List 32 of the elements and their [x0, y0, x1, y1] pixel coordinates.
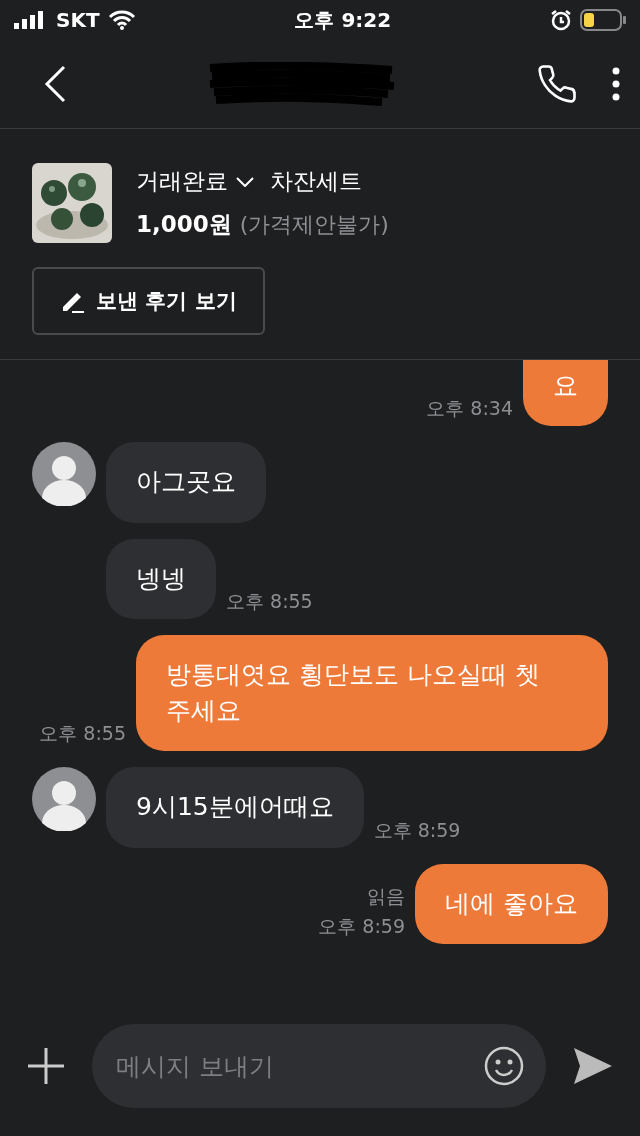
- sent-message: 네에 좋아요: [415, 863, 608, 944]
- smiley-icon[interactable]: [484, 1046, 524, 1086]
- send-icon[interactable]: [572, 1046, 614, 1086]
- message-field[interactable]: 메시지 보내기: [92, 1024, 546, 1108]
- read-receipt: 읽음: [367, 883, 406, 909]
- avatar-icon: [32, 442, 96, 507]
- product-name: 차잔세트: [270, 167, 362, 196]
- message-time: 오후 8:55: [226, 588, 313, 614]
- battery-icon: [580, 9, 626, 31]
- sent-message: 요: [523, 360, 608, 427]
- back-icon[interactable]: [44, 65, 66, 103]
- carrier-name: SKT: [56, 8, 100, 32]
- message-time: 오후 8:34: [426, 396, 513, 422]
- chevron-down-icon[interactable]: [236, 176, 254, 187]
- trade-status[interactable]: 거래완료: [136, 166, 228, 197]
- message-time: 오후 8:59: [373, 817, 461, 843]
- review-button[interactable]: 보낸 후기 보기: [32, 267, 265, 335]
- phone-icon[interactable]: [536, 63, 578, 105]
- plus-icon[interactable]: [26, 1046, 66, 1086]
- price-note: (가격제안불가): [239, 210, 389, 239]
- product-price: 1,000원: [136, 210, 232, 239]
- alarm-icon: [550, 9, 572, 31]
- message-time: 오후 8:55: [39, 721, 126, 747]
- message-time: 오후 8:59: [318, 913, 406, 939]
- received-message: 아그곳요: [106, 442, 266, 523]
- received-message: 9시15분에어때요: [106, 767, 364, 848]
- more-icon[interactable]: [612, 67, 620, 101]
- status-time: 오후 9:22: [294, 6, 392, 34]
- wifi-icon: [107, 10, 136, 30]
- sent-message: 방통대엿요 횡단보도 나오실때 쳇 주세요: [136, 634, 608, 752]
- avatar-icon: [32, 767, 96, 832]
- received-message: 넹넹: [106, 538, 216, 619]
